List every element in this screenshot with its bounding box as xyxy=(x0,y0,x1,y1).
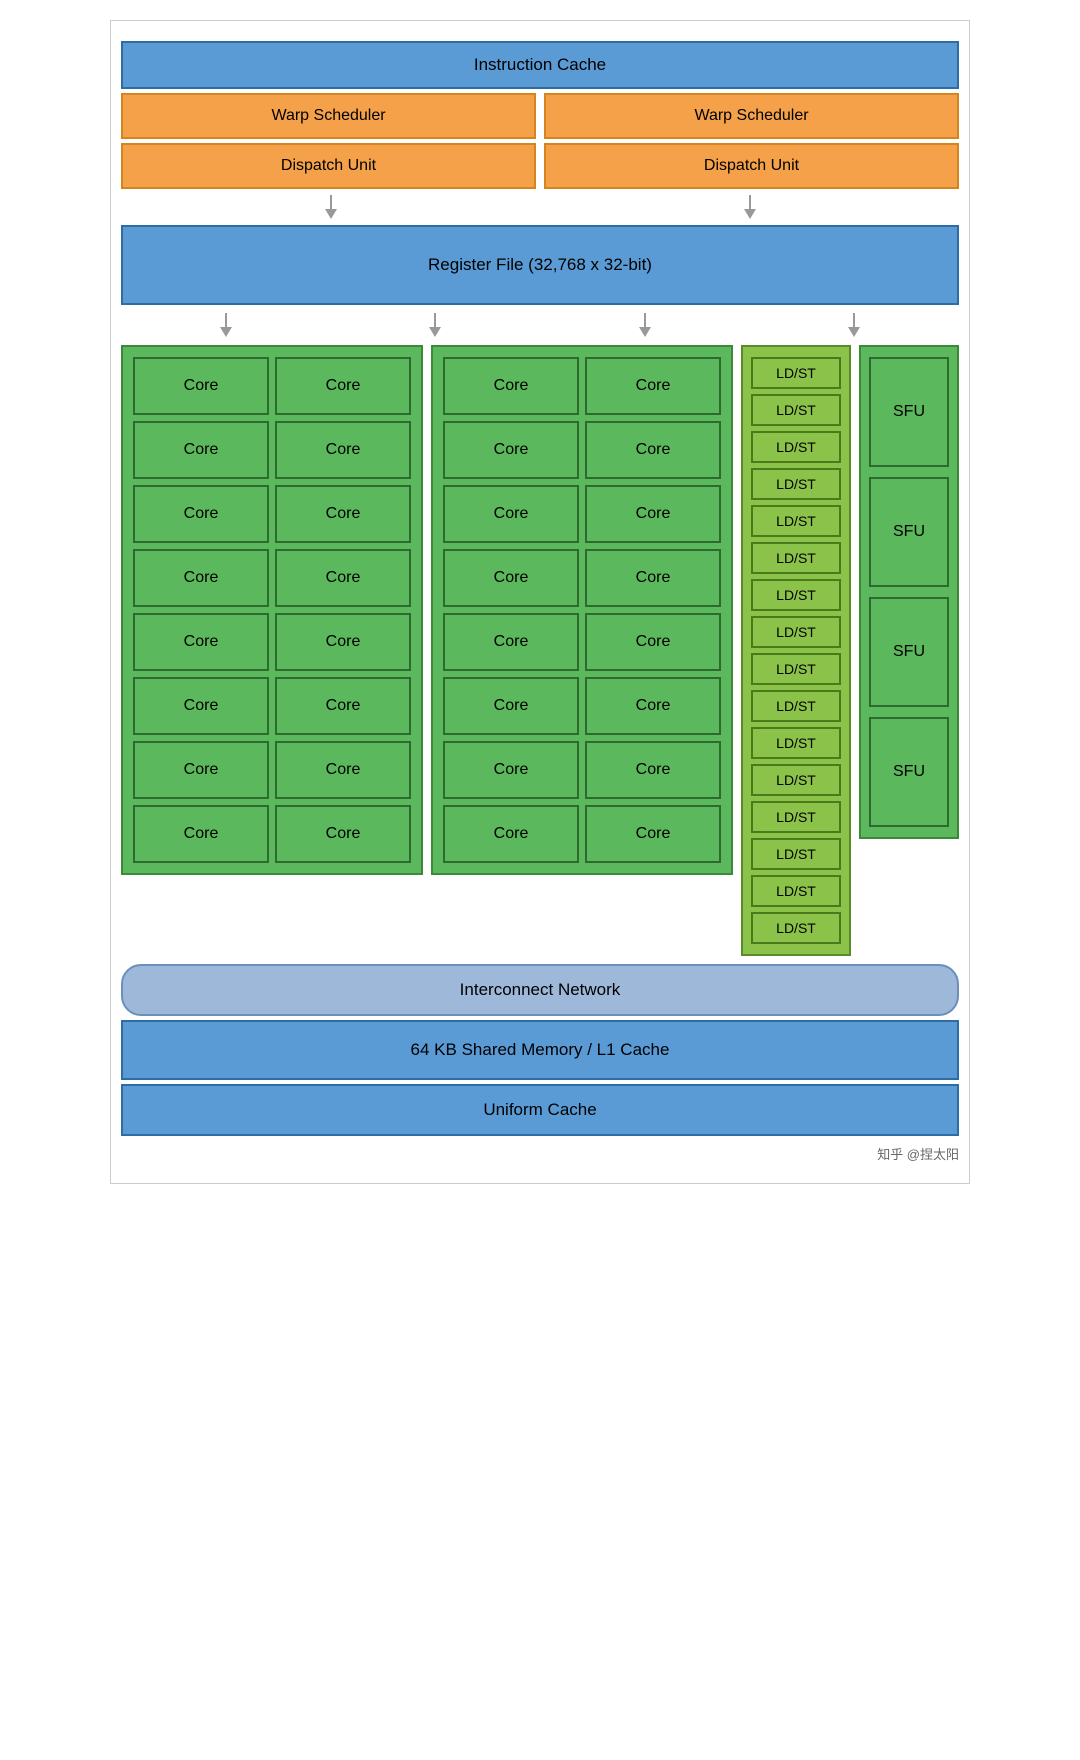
main-content-row: Core Core Core Core Core Core Core Core … xyxy=(121,345,959,956)
core-group-2: Core Core Core Core Core Core Core Core … xyxy=(431,345,733,875)
sfu-3: SFU xyxy=(869,597,949,707)
instruction-cache-block: Instruction Cache xyxy=(121,41,959,89)
core-1a-4: Core xyxy=(133,549,269,607)
ldst-1: LD/ST xyxy=(751,357,841,389)
watermark: 知乎 @捏太阳 xyxy=(877,1144,959,1163)
shared-memory-label: 64 KB Shared Memory / L1 Cache xyxy=(411,1040,670,1059)
ldst-4: LD/ST xyxy=(751,468,841,500)
ldst-15: LD/ST xyxy=(751,875,841,907)
sfu-2: SFU xyxy=(869,477,949,587)
ldst-7: LD/ST xyxy=(751,579,841,611)
core-1b-5: Core xyxy=(275,613,411,671)
core-col-2a: Core Core Core Core Core Core Core Core xyxy=(443,357,579,863)
core-2a-4: Core xyxy=(443,549,579,607)
core-1a-8: Core xyxy=(133,805,269,863)
core-2a-1: Core xyxy=(443,357,579,415)
core-2a-8: Core xyxy=(443,805,579,863)
interconnect-label: Interconnect Network xyxy=(460,980,621,999)
ldst-9: LD/ST xyxy=(751,653,841,685)
ldst-14: LD/ST xyxy=(751,838,841,870)
core-1b-6: Core xyxy=(275,677,411,735)
core-group-1: Core Core Core Core Core Core Core Core … xyxy=(121,345,423,875)
core-1b-3: Core xyxy=(275,485,411,543)
core-1b-4: Core xyxy=(275,549,411,607)
arrow-4 xyxy=(848,313,860,337)
dispatch-unit-1-block: Dispatch Unit xyxy=(121,143,536,189)
core-2b-3: Core xyxy=(585,485,721,543)
arrow-1 xyxy=(220,313,232,337)
sfu-group: SFU SFU SFU SFU xyxy=(859,345,959,839)
core-1a-6: Core xyxy=(133,677,269,735)
core-2b-2: Core xyxy=(585,421,721,479)
core-2b-1: Core xyxy=(585,357,721,415)
arrows-to-main xyxy=(121,309,959,341)
interconnect-block: Interconnect Network xyxy=(121,964,959,1016)
core-1a-2: Core xyxy=(133,421,269,479)
register-file-block: Register File (32,768 x 32-bit) xyxy=(121,225,959,305)
ldst-group: LD/ST LD/ST LD/ST LD/ST LD/ST LD/ST LD/S… xyxy=(741,345,851,956)
ldst-11: LD/ST xyxy=(751,727,841,759)
arrows-to-register xyxy=(121,193,959,221)
core-2a-3: Core xyxy=(443,485,579,543)
shared-memory-block: 64 KB Shared Memory / L1 Cache xyxy=(121,1020,959,1080)
warp-scheduler-2-label: Warp Scheduler xyxy=(694,107,808,124)
core-1a-7: Core xyxy=(133,741,269,799)
gpu-sm-diagram: Instruction Cache Warp Scheduler Warp Sc… xyxy=(110,20,970,1184)
uniform-cache-block: Uniform Cache xyxy=(121,1084,959,1136)
core-2b-8: Core xyxy=(585,805,721,863)
dispatch-unit-2-label: Dispatch Unit xyxy=(704,157,799,174)
dispatch-unit-2-block: Dispatch Unit xyxy=(544,143,959,189)
core-2b-5: Core xyxy=(585,613,721,671)
core-2b-7: Core xyxy=(585,741,721,799)
instruction-cache-label: Instruction Cache xyxy=(474,55,606,74)
arrow-right xyxy=(744,195,756,219)
core-col-1b: Core Core Core Core Core Core Core Core xyxy=(275,357,411,863)
core-1b-1: Core xyxy=(275,357,411,415)
core-2b-6: Core xyxy=(585,677,721,735)
core-col-1a: Core Core Core Core Core Core Core Core xyxy=(133,357,269,863)
sfu-4: SFU xyxy=(869,717,949,827)
core-1a-1: Core xyxy=(133,357,269,415)
core-1b-7: Core xyxy=(275,741,411,799)
warp-scheduler-row: Warp Scheduler Warp Scheduler xyxy=(121,93,959,139)
core-2a-5: Core xyxy=(443,613,579,671)
ldst-6: LD/ST xyxy=(751,542,841,574)
ldst-10: LD/ST xyxy=(751,690,841,722)
warp-scheduler-1-label: Warp Scheduler xyxy=(271,107,385,124)
ldst-16: LD/ST xyxy=(751,912,841,944)
warp-scheduler-2-block: Warp Scheduler xyxy=(544,93,959,139)
core-2a-7: Core xyxy=(443,741,579,799)
dispatch-unit-row: Dispatch Unit Dispatch Unit xyxy=(121,143,959,189)
core-1b-8: Core xyxy=(275,805,411,863)
uniform-cache-label: Uniform Cache xyxy=(483,1100,596,1119)
core-1a-3: Core xyxy=(133,485,269,543)
arrow-2 xyxy=(429,313,441,337)
core-1b-2: Core xyxy=(275,421,411,479)
ldst-5: LD/ST xyxy=(751,505,841,537)
core-2a-6: Core xyxy=(443,677,579,735)
ldst-12: LD/ST xyxy=(751,764,841,796)
arrow-3 xyxy=(639,313,651,337)
sfu-1: SFU xyxy=(869,357,949,467)
core-1a-5: Core xyxy=(133,613,269,671)
core-2a-2: Core xyxy=(443,421,579,479)
register-file-label: Register File (32,768 x 32-bit) xyxy=(428,255,652,274)
arrow-left xyxy=(325,195,337,219)
ldst-13: LD/ST xyxy=(751,801,841,833)
dispatch-unit-1-label: Dispatch Unit xyxy=(281,157,376,174)
core-2b-4: Core xyxy=(585,549,721,607)
core-col-2b: Core Core Core Core Core Core Core Core xyxy=(585,357,721,863)
ldst-8: LD/ST xyxy=(751,616,841,648)
watermark-text: 知乎 @捏太阳 xyxy=(877,1147,959,1162)
ldst-2: LD/ST xyxy=(751,394,841,426)
warp-scheduler-1-block: Warp Scheduler xyxy=(121,93,536,139)
ldst-3: LD/ST xyxy=(751,431,841,463)
